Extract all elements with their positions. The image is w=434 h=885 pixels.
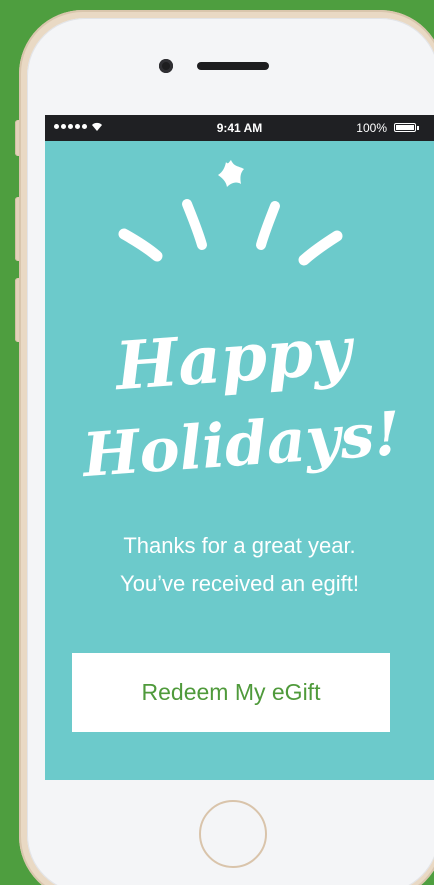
redeem-egift-button[interactable]: Redeem My eGift xyxy=(72,653,390,732)
home-button[interactable] xyxy=(199,800,267,868)
sparkle-rays-icon xyxy=(118,199,343,266)
stage: 9:41 AM 100% Happy Holidays! Thanks for … xyxy=(0,0,434,885)
earpiece-speaker xyxy=(197,62,269,70)
phone-screen: 9:41 AM 100% Happy Holidays! Thanks for … xyxy=(45,115,434,780)
front-camera xyxy=(159,59,173,73)
holiday-greeting-art: Happy Holidays! xyxy=(79,160,403,491)
thank-you-message: Thanks for a great year. xyxy=(123,533,356,558)
greeting-line-1: Happy xyxy=(111,311,358,406)
egift-message: You’ve received an egift! xyxy=(120,571,359,596)
greeting-line-2: Holidays! xyxy=(79,399,403,491)
star-icon xyxy=(218,160,244,187)
